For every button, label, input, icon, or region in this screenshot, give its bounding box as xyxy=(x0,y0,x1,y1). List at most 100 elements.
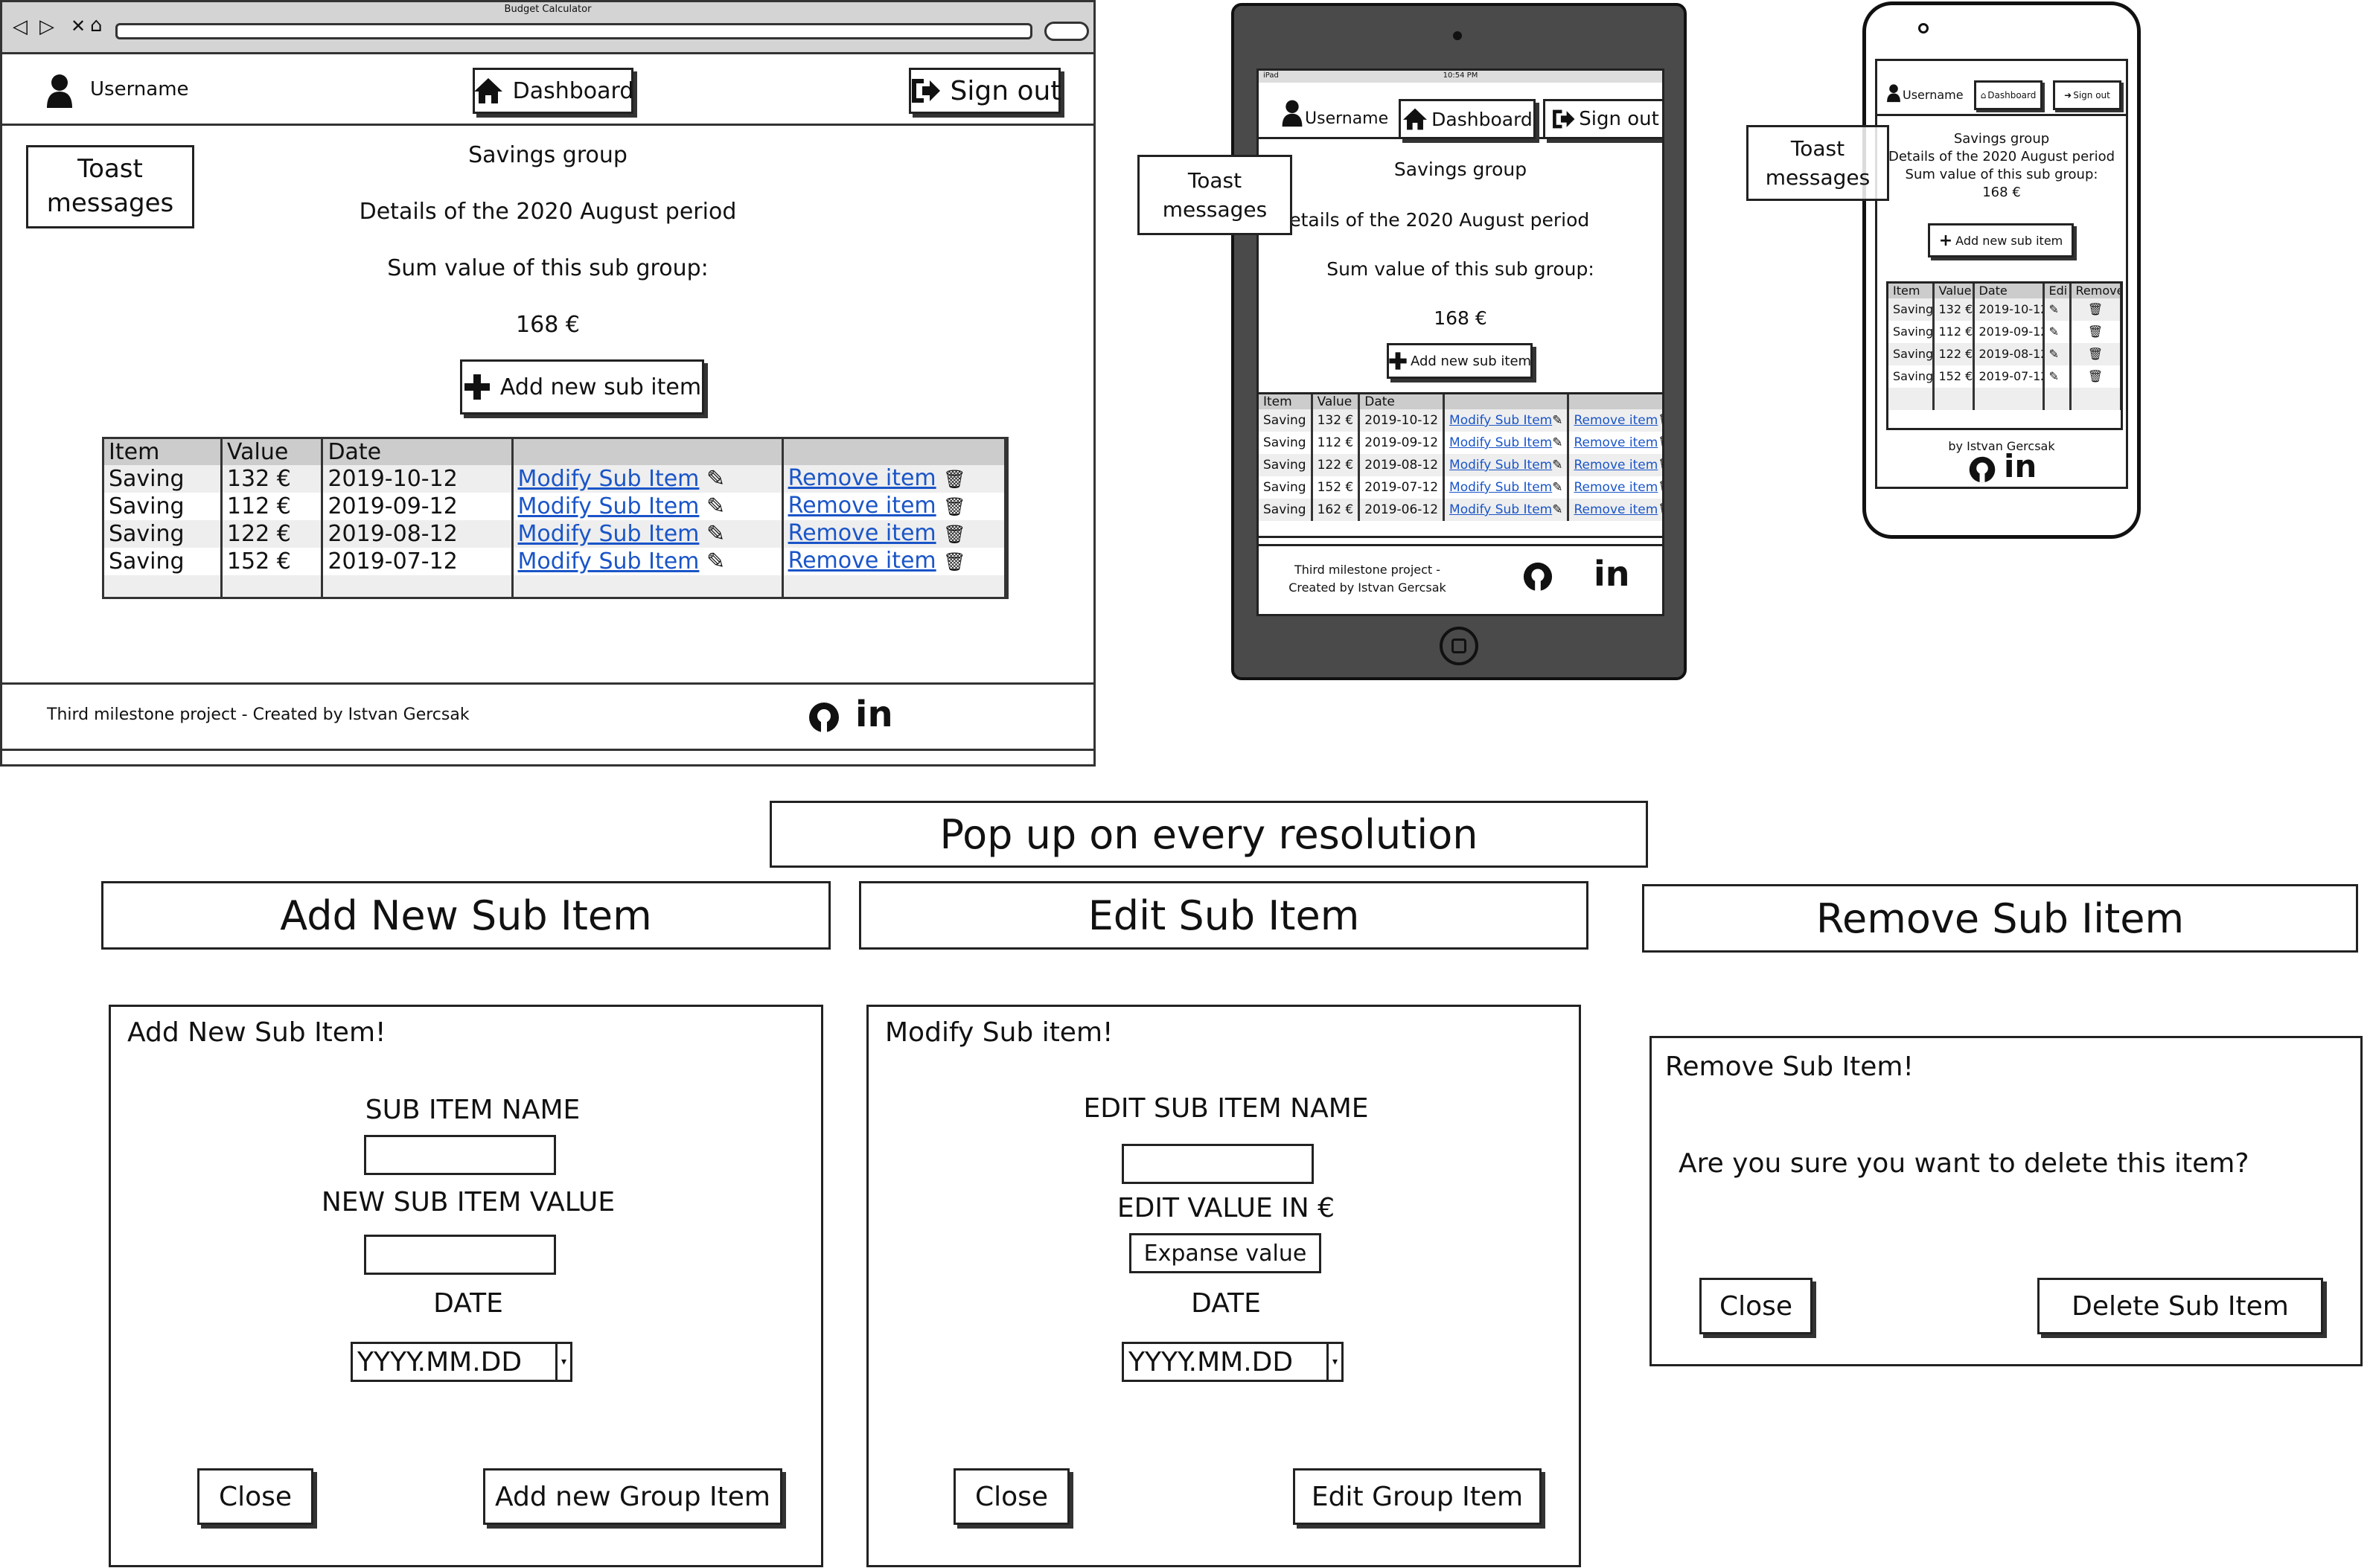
signout-button[interactable]: Sign out xyxy=(909,68,1061,114)
pencil-icon[interactable]: ✎ xyxy=(1552,502,1562,517)
add-sub-item-button[interactable]: + Add new sub item xyxy=(1928,223,2074,257)
value-input[interactable] xyxy=(364,1235,556,1275)
address-bar[interactable] xyxy=(115,23,1032,39)
cell-item: Saving xyxy=(1888,321,1935,343)
pencil-icon[interactable]: ✎ xyxy=(2043,365,2072,388)
dashboard-button[interactable]: Dashboard xyxy=(473,68,633,114)
date-select[interactable]: YYYY.MM.DD ▾ xyxy=(351,1342,572,1382)
pencil-icon[interactable]: ✎ xyxy=(706,548,725,575)
modify-link[interactable]: Modify Sub Item xyxy=(1449,502,1552,517)
modify-link[interactable]: Modify Sub Item xyxy=(1449,413,1552,428)
modify-link[interactable]: Modify Sub Item xyxy=(518,548,700,575)
modify-link[interactable]: Modify Sub Item xyxy=(1449,435,1552,450)
forward-icon[interactable]: ▷ xyxy=(39,16,54,38)
signout-icon xyxy=(1550,107,1576,131)
remove-link[interactable]: Remove item xyxy=(1574,413,1658,428)
add-sub-item-button[interactable]: Add new sub item xyxy=(1387,343,1533,379)
back-icon[interactable]: ◁ xyxy=(13,16,28,38)
trash-icon[interactable]: 🗑 xyxy=(2070,298,2121,321)
close-button[interactable]: Close xyxy=(1699,1278,1813,1334)
pencil-icon[interactable]: ✎ xyxy=(706,466,725,492)
close-icon[interactable]: ✕ xyxy=(71,16,86,36)
remove-link[interactable]: Remove item xyxy=(1574,435,1658,450)
add-sub-item-button[interactable]: Add new sub item xyxy=(460,359,704,415)
linkedin-icon[interactable]: in xyxy=(855,694,893,735)
search-pill[interactable] xyxy=(1044,22,1089,41)
pencil-icon[interactable]: ✎ xyxy=(2043,321,2072,343)
trash-icon[interactable]: 🗑 xyxy=(943,551,965,572)
trash-icon[interactable]: 🗑 xyxy=(2070,343,2121,365)
pencil-icon[interactable]: ✎ xyxy=(1552,413,1562,428)
remove-link[interactable]: Remove item xyxy=(1574,502,1658,517)
sum-value: 168 € xyxy=(1982,185,2021,200)
remove-link[interactable]: Remove item xyxy=(788,465,936,491)
modify-link[interactable]: Modify Sub Item xyxy=(1449,458,1552,473)
pencil-icon[interactable]: ✎ xyxy=(1552,435,1562,450)
remove-link[interactable]: Remove item xyxy=(1574,458,1658,473)
items-table: Item Value Date Saving 132 € 2019-10-12 … xyxy=(1259,392,1662,538)
trash-icon[interactable]: 🗑 xyxy=(943,496,965,517)
name-input[interactable] xyxy=(1122,1144,1314,1184)
github-icon[interactable] xyxy=(1522,561,1553,592)
pencil-icon[interactable]: ✎ xyxy=(1552,458,1562,473)
window-title: Budget Calculator xyxy=(504,4,592,15)
trash-icon[interactable]: 🗑 xyxy=(1658,502,1662,517)
home-icon[interactable]: ⌂ xyxy=(90,14,103,36)
pencil-icon[interactable]: ✎ xyxy=(1552,480,1562,495)
signout-button[interactable]: Sign out xyxy=(1543,99,1662,139)
remove-link[interactable]: Remove item xyxy=(788,520,936,546)
trash-icon[interactable]: 🗑 xyxy=(1658,458,1662,473)
close-button[interactable]: Close xyxy=(197,1468,313,1525)
signout-button[interactable]: ➜ Sign out xyxy=(2053,80,2121,110)
modify-link[interactable]: Modify Sub Item xyxy=(518,466,700,492)
pencil-icon[interactable]: ✎ xyxy=(2043,343,2072,365)
trash-icon[interactable]: 🗑 xyxy=(943,469,965,490)
modify-link[interactable]: Modify Sub Item xyxy=(1449,480,1552,495)
remove-link[interactable]: Remove item xyxy=(1574,480,1658,495)
linkedin-icon[interactable]: in xyxy=(2004,448,2037,484)
cell-item: Saving xyxy=(1888,343,1935,365)
header-modify xyxy=(512,439,784,465)
delete-sub-item-button[interactable]: Delete Sub Item xyxy=(2037,1278,2323,1334)
modify-link[interactable]: Modify Sub Item xyxy=(518,493,700,519)
edit-group-item-label: Edit Group Item xyxy=(1311,1481,1524,1512)
cell-item: Saving xyxy=(1259,454,1313,476)
github-icon[interactable] xyxy=(1968,455,1996,484)
cell-value: 152 € xyxy=(221,548,324,575)
sum-text: Sum value of this sub group: xyxy=(1326,258,1594,280)
home-button[interactable] xyxy=(1440,627,1478,665)
cell-value: 112 € xyxy=(1312,432,1361,454)
dashboard-button[interactable]: ⌂ Dashboard xyxy=(1974,80,2043,110)
trash-icon[interactable]: 🗑 xyxy=(1658,435,1662,450)
trash-icon[interactable]: 🗑 xyxy=(2070,321,2121,343)
pencil-icon[interactable]: ✎ xyxy=(2043,298,2072,321)
header-value: Value xyxy=(1933,284,1975,298)
cell-value: 132 € xyxy=(1933,298,1975,321)
value-input[interactable]: Expanse value xyxy=(1129,1233,1321,1273)
pencil-icon[interactable]: ✎ xyxy=(706,493,725,519)
remove-link[interactable]: Remove item xyxy=(788,493,936,519)
trash-icon[interactable]: 🗑 xyxy=(1658,413,1662,428)
table-row: Saving 122 € 2019-08-12 Modify Sub Item … xyxy=(104,520,1006,548)
dashboard-button[interactable]: Dashboard xyxy=(1399,99,1536,139)
header-remove xyxy=(1568,394,1662,409)
trash-icon[interactable]: 🗑 xyxy=(2070,365,2121,388)
status-bar: iPad 10:54 PM xyxy=(1259,71,1662,83)
remove-link[interactable]: Remove item xyxy=(788,548,936,574)
date-label: DATE xyxy=(1191,1288,1261,1319)
github-icon[interactable] xyxy=(808,701,840,734)
trash-icon[interactable]: 🗑 xyxy=(1658,480,1662,495)
cell-modify: Modify Sub Item ✎ xyxy=(512,520,784,548)
trash-icon[interactable]: 🗑 xyxy=(943,524,965,545)
edit-group-item-button[interactable]: Edit Group Item xyxy=(1293,1468,1542,1525)
add-group-item-button[interactable]: Add new Group Item xyxy=(483,1468,782,1525)
add-modal: Add New Sub Item! SUB ITEM NAME NEW SUB … xyxy=(109,1005,823,1567)
footer-text: by Istvan Gercsak xyxy=(1948,439,2055,453)
modify-link[interactable]: Modify Sub Item xyxy=(518,521,700,547)
pencil-icon[interactable]: ✎ xyxy=(706,521,725,547)
date-select[interactable]: YYYY.MM.DD ▾ xyxy=(1122,1342,1344,1382)
dashboard-label: Dashboard xyxy=(1431,108,1533,130)
close-button[interactable]: Close xyxy=(954,1468,1070,1525)
linkedin-icon[interactable]: in xyxy=(1594,554,1630,594)
name-input[interactable] xyxy=(364,1135,556,1175)
